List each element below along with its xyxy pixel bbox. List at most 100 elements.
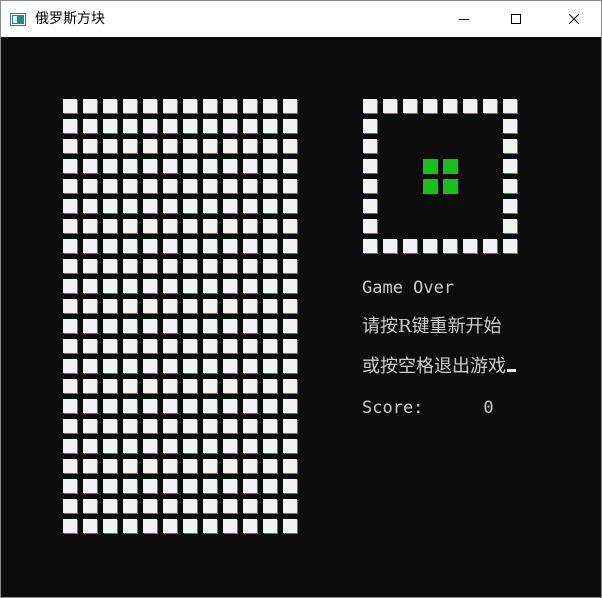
board-cell bbox=[243, 519, 257, 533]
board-cell bbox=[83, 299, 97, 313]
preview-frame-cell bbox=[503, 159, 517, 173]
minimize-button[interactable] bbox=[441, 1, 487, 37]
board-cell bbox=[183, 459, 197, 473]
board-cell bbox=[283, 319, 297, 333]
board-cell bbox=[183, 259, 197, 273]
board-cell bbox=[243, 459, 257, 473]
board-cell bbox=[163, 179, 177, 193]
board-cell bbox=[103, 239, 117, 253]
board-cell bbox=[63, 459, 77, 473]
board-cell bbox=[263, 359, 277, 373]
board-cell bbox=[143, 519, 157, 533]
board-cell bbox=[203, 419, 217, 433]
board-cell bbox=[203, 199, 217, 213]
board-cell bbox=[103, 99, 117, 113]
board-cell bbox=[123, 359, 137, 373]
preview-frame-cell bbox=[403, 239, 417, 253]
board-cell bbox=[83, 439, 97, 453]
board-cell bbox=[103, 439, 117, 453]
board-cell bbox=[123, 259, 137, 273]
preview-frame-cell bbox=[463, 99, 477, 113]
preview-frame-cell bbox=[423, 99, 437, 113]
board-cell bbox=[223, 299, 237, 313]
board-cell bbox=[243, 119, 257, 133]
board-cell bbox=[263, 499, 277, 513]
board-cell bbox=[163, 139, 177, 153]
board-cell bbox=[143, 399, 157, 413]
close-button[interactable] bbox=[551, 1, 597, 37]
board-cell bbox=[283, 479, 297, 493]
board-cell bbox=[223, 359, 237, 373]
app-icon bbox=[10, 11, 26, 26]
board-cell bbox=[163, 279, 177, 293]
board-cell bbox=[163, 159, 177, 173]
board-cell bbox=[83, 479, 97, 493]
restart-hint: 请按R键重新开始 bbox=[362, 316, 502, 337]
next-piece-block bbox=[423, 179, 438, 194]
board-cell bbox=[103, 379, 117, 393]
board-cell bbox=[63, 359, 77, 373]
board-cell bbox=[283, 339, 297, 353]
board-cell bbox=[163, 379, 177, 393]
board-cell bbox=[103, 199, 117, 213]
board-cell bbox=[183, 319, 197, 333]
board-cell bbox=[103, 319, 117, 333]
board-cell bbox=[103, 259, 117, 273]
board-cell bbox=[123, 419, 137, 433]
board-cell bbox=[123, 99, 137, 113]
board-cell bbox=[183, 159, 197, 173]
board-cell bbox=[283, 119, 297, 133]
text-cursor bbox=[507, 369, 516, 372]
board-cell bbox=[183, 419, 197, 433]
exit-hint: 或按空格退出游戏 bbox=[362, 356, 506, 377]
game-area[interactable]: Game Over 请按R键重新开始 或按空格退出游戏 Score: 0 bbox=[1, 37, 601, 597]
board-cell bbox=[283, 519, 297, 533]
board-cell bbox=[123, 159, 137, 173]
board-cell bbox=[163, 479, 177, 493]
board-cell bbox=[203, 479, 217, 493]
board-cell bbox=[283, 419, 297, 433]
score-line: Score: 0 bbox=[362, 398, 494, 418]
board-cell bbox=[123, 479, 137, 493]
board-cell bbox=[103, 299, 117, 313]
preview-frame-cell bbox=[363, 159, 377, 173]
board-cell bbox=[183, 219, 197, 233]
board-cell bbox=[203, 459, 217, 473]
board-cell bbox=[163, 459, 177, 473]
board-cell bbox=[143, 179, 157, 193]
board-cell bbox=[223, 519, 237, 533]
board-cell bbox=[263, 179, 277, 193]
board-cell bbox=[283, 299, 297, 313]
board-cell bbox=[243, 339, 257, 353]
board-cell bbox=[283, 499, 297, 513]
board-cell bbox=[243, 199, 257, 213]
board-cell bbox=[83, 219, 97, 233]
next-piece-block bbox=[443, 159, 458, 174]
preview-frame-cell bbox=[443, 99, 457, 113]
next-piece-block bbox=[423, 159, 438, 174]
maximize-button[interactable] bbox=[493, 1, 539, 37]
board-cell bbox=[83, 459, 97, 473]
board-cell bbox=[263, 399, 277, 413]
preview-frame-cell bbox=[363, 199, 377, 213]
board-cell bbox=[223, 119, 237, 133]
board-cell bbox=[163, 199, 177, 213]
board-cell bbox=[263, 419, 277, 433]
board-cell bbox=[163, 519, 177, 533]
board-cell bbox=[183, 379, 197, 393]
board-cell bbox=[243, 399, 257, 413]
board-cell bbox=[203, 319, 217, 333]
board-cell bbox=[123, 339, 137, 353]
board-cell bbox=[63, 119, 77, 133]
title-bar[interactable]: 俄罗斯方块 bbox=[1, 1, 601, 37]
board-cell bbox=[283, 439, 297, 453]
board-cell bbox=[223, 439, 237, 453]
board-cell bbox=[183, 139, 197, 153]
board-cell bbox=[123, 399, 137, 413]
preview-frame-cell bbox=[363, 99, 377, 113]
score-label: Score: bbox=[362, 398, 424, 418]
board-cell bbox=[283, 359, 297, 373]
board-cell bbox=[83, 359, 97, 373]
board-cell bbox=[163, 319, 177, 333]
board-cell bbox=[243, 239, 257, 253]
